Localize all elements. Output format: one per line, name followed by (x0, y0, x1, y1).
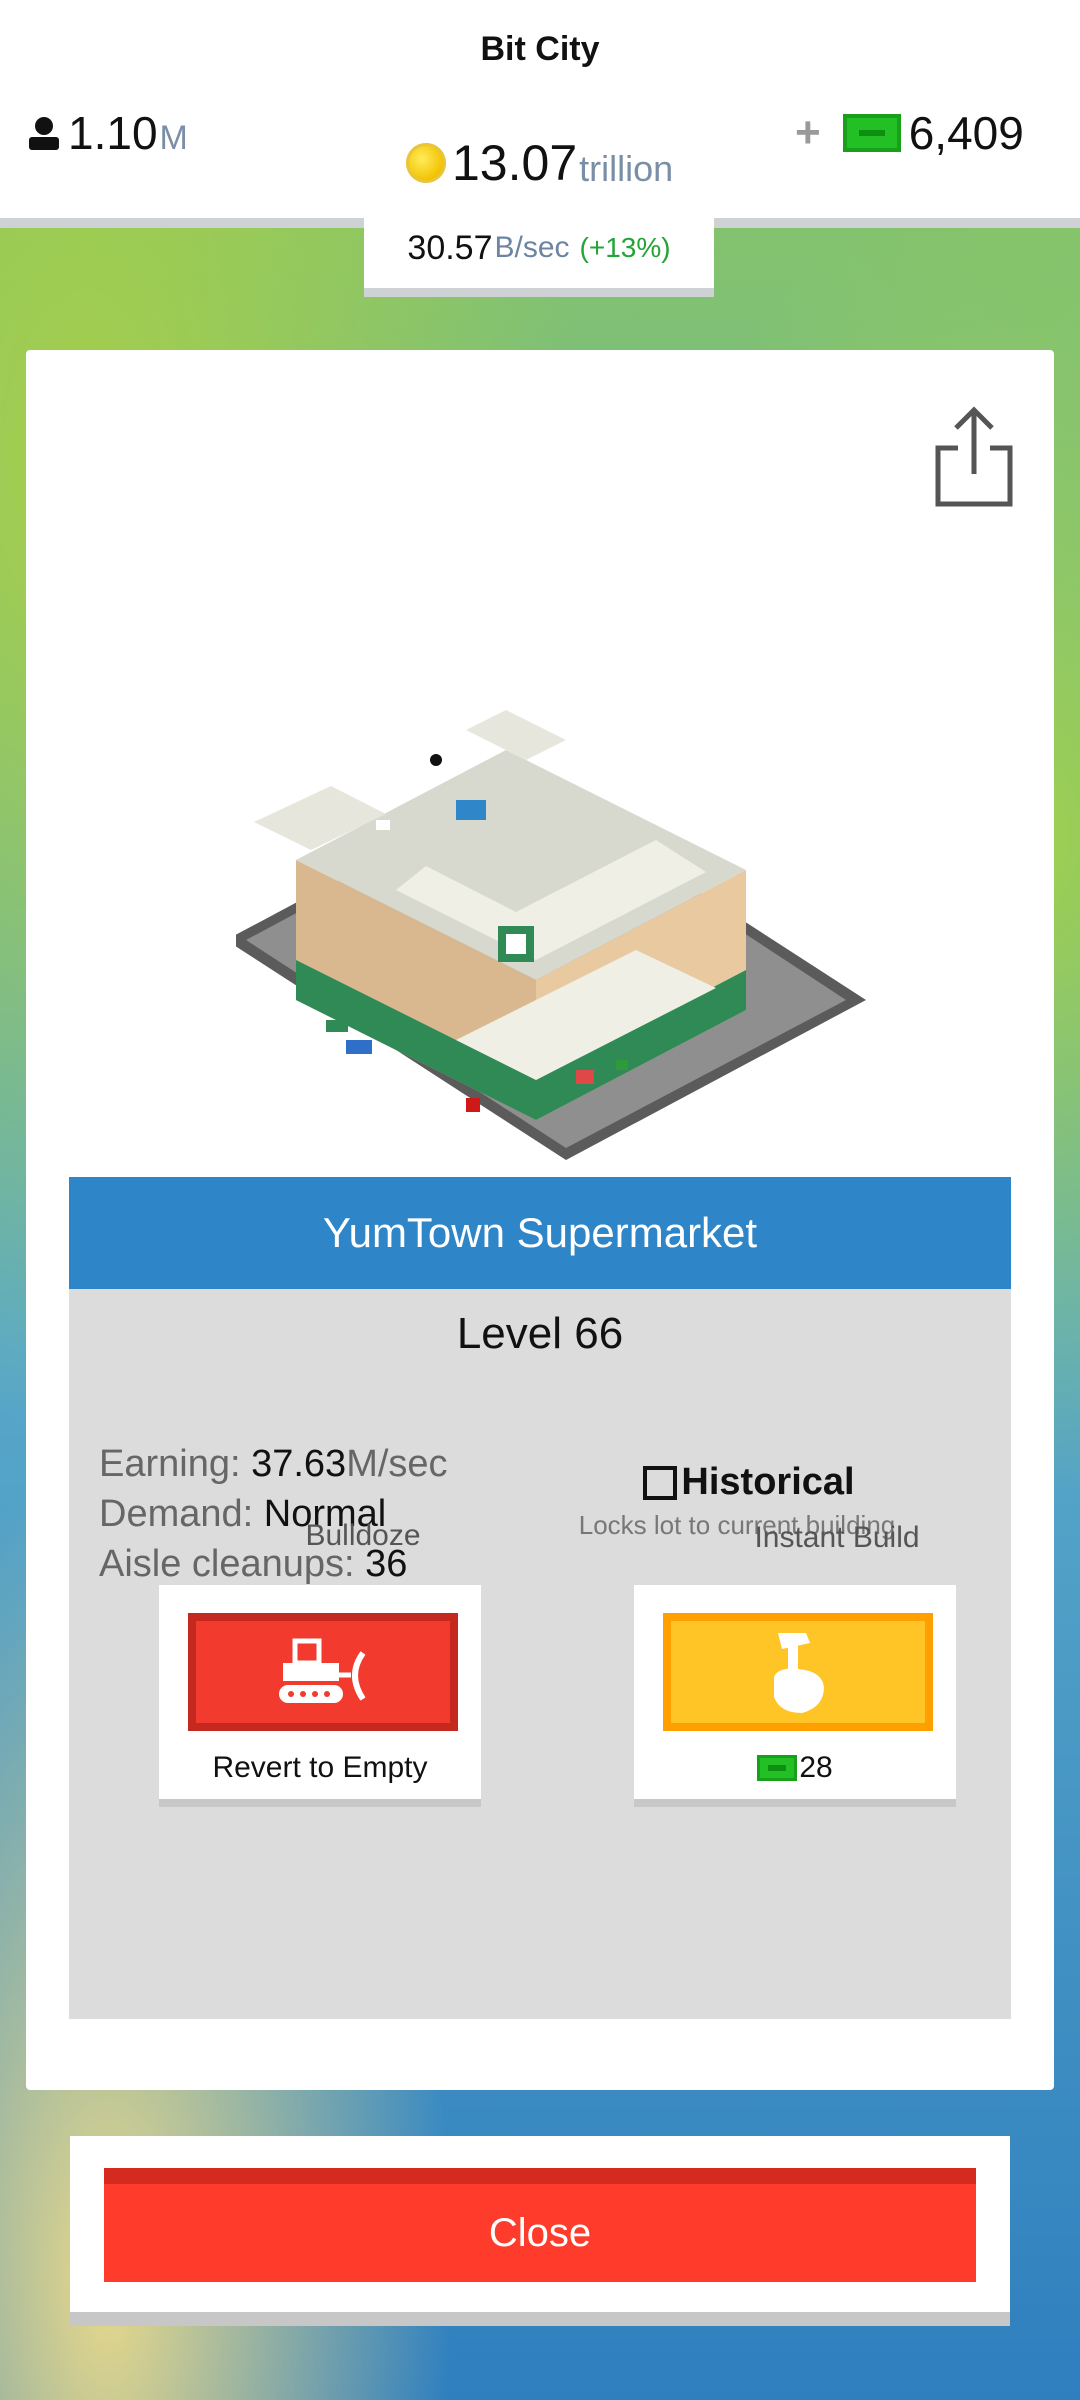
historical-row[interactable]: Historical (589, 1461, 909, 1504)
building-stats: Earning: 37.63M/sec Demand: Normal Aisle… (99, 1439, 448, 1589)
historical-checkbox[interactable] (643, 1465, 678, 1500)
income-unit: B/sec (494, 231, 570, 264)
close-container: Close (70, 2136, 1010, 2326)
person-icon (29, 117, 59, 150)
coin-value: 13.07 (452, 135, 578, 191)
earning-unit: M/sec (346, 1443, 448, 1485)
bulldoze-button[interactable] (188, 1613, 458, 1731)
earning-label: Earning: (99, 1443, 252, 1485)
earning-value: 37.63 (251, 1443, 347, 1485)
instant-build-cost-value: 28 (799, 1751, 833, 1784)
population-counter: 1.10 M (26, 106, 188, 160)
bulldoze-label: Bulldoze (305, 1519, 421, 1552)
cash-bill-icon (757, 1755, 798, 1781)
coin-icon (406, 143, 446, 183)
bulldoze-card[interactable]: Revert to Empty (159, 1585, 481, 1807)
share-icon[interactable] (932, 404, 1016, 508)
building-details: Level 66 Earning: 37.63M/sec Demand: Nor… (69, 1289, 1011, 2019)
building-info-panel: YumTown Supermarket Level 66 Earning: 37… (26, 350, 1054, 2090)
cash-value: 6,409 (908, 107, 1024, 159)
close-button[interactable]: Close (104, 2168, 976, 2282)
cash-counter[interactable]: + 6,409 (795, 106, 1024, 160)
coin-unit: trillion (579, 148, 674, 189)
income-rate: 30.57 B/sec (+13%) (364, 208, 714, 297)
bulldozer-icon (279, 1638, 366, 1703)
cash-bill-icon (842, 114, 901, 152)
historical-label: Historical (681, 1461, 855, 1503)
city-name: Bit City (480, 30, 600, 68)
income-bonus: (+13%) (579, 232, 671, 263)
instant-build-label: Instant Build (754, 1521, 920, 1554)
population-unit: M (159, 118, 188, 157)
hammer-hand-icon (774, 1633, 824, 1713)
instant-build-button[interactable] (663, 1613, 933, 1731)
building-name: YumTown Supermarket (69, 1177, 1011, 1289)
top-status-bar: Bit City 1.10 M 13.07 trillion + 6,409 (0, 0, 1080, 228)
building-illustration (236, 710, 866, 1160)
earning-stat: Earning: 37.63M/sec (99, 1439, 448, 1489)
income-value: 30.57 (407, 228, 493, 267)
instant-build-card[interactable]: 28 (634, 1585, 956, 1807)
instant-build-cost: 28 (634, 1751, 956, 1785)
coin-counter: 13.07 trillion (406, 134, 673, 192)
building-level: Level 66 (456, 1309, 624, 1358)
add-cash-button[interactable]: + (795, 108, 821, 158)
bulldoze-caption: Revert to Empty (212, 1751, 428, 1784)
population-value: 1.10 (68, 107, 158, 159)
